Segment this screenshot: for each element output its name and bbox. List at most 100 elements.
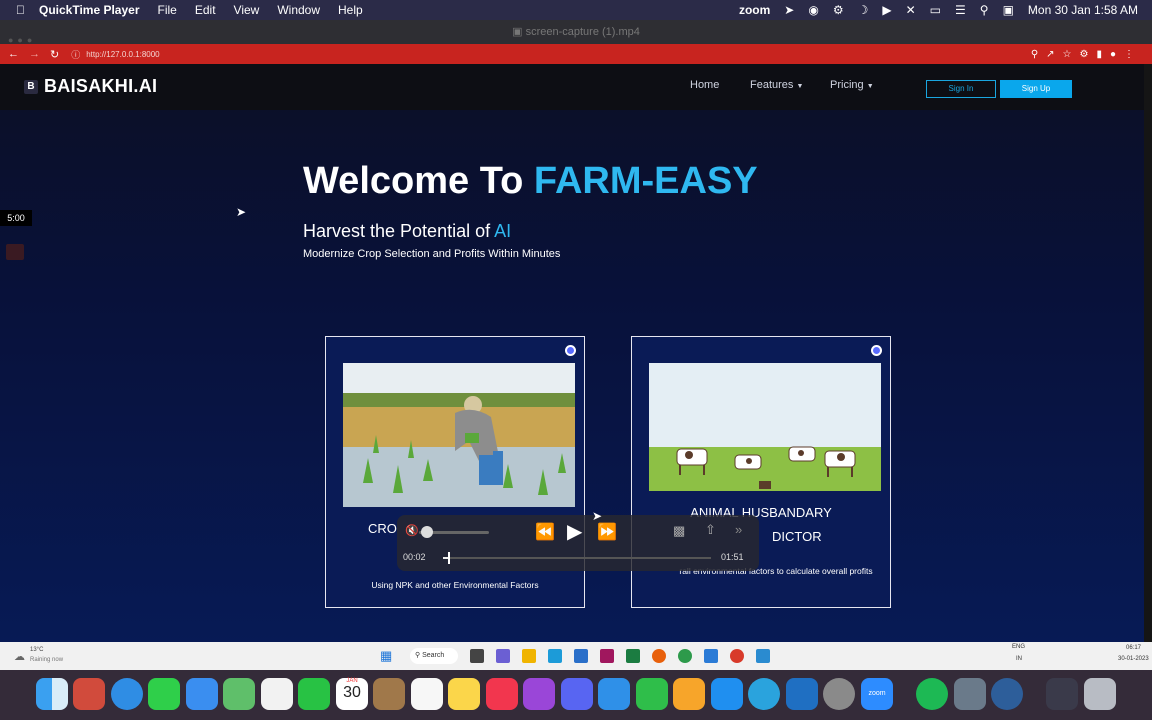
brand-logo-icon[interactable]: B	[24, 80, 38, 94]
menu-window[interactable]: Window	[277, 3, 320, 17]
language-top: ENG	[1012, 644, 1026, 650]
file-explorer-icon[interactable]	[522, 649, 536, 663]
trash-icon[interactable]	[1084, 678, 1116, 710]
settings-gear-icon[interactable]: ⚙	[833, 3, 844, 17]
forward-icon[interactable]: →	[29, 48, 40, 60]
notes-icon[interactable]	[448, 678, 480, 710]
chrome-status-icon[interactable]: ◉	[808, 3, 818, 17]
calendar-icon[interactable]: JAN 30	[336, 678, 368, 710]
discord-icon[interactable]	[561, 678, 593, 710]
control-center-icon[interactable]: ▣	[1003, 3, 1014, 17]
browser-actions[interactable]: ⚲↗☆⚙▮●⋮	[1031, 49, 1142, 60]
zoom-app-icon[interactable]: zoom	[861, 678, 893, 710]
menu-edit[interactable]: Edit	[195, 3, 216, 17]
card-selector-dot[interactable]	[871, 345, 882, 356]
hero-title: Welcome To FARM-EASY	[303, 160, 758, 203]
zoom-status-icon[interactable]: zoom	[739, 3, 770, 17]
mail-icon[interactable]	[186, 678, 218, 710]
reminders-icon[interactable]	[411, 678, 443, 710]
page-scrollbar[interactable]	[1144, 64, 1152, 642]
vscode-icon[interactable]	[704, 649, 718, 663]
mute-icon[interactable]: 🔇	[405, 524, 419, 537]
navigation-status-icon[interactable]: ➤	[784, 3, 794, 17]
battery-icon[interactable]: ▭	[930, 3, 941, 17]
numbers-icon[interactable]	[636, 678, 668, 710]
reload-icon[interactable]: ↻	[50, 48, 59, 61]
search-icon[interactable]: ⚲	[980, 3, 989, 17]
card-selector-dot[interactable]	[565, 345, 576, 356]
app-menu-quicktime[interactable]: QuickTime Player	[39, 3, 140, 17]
scrubber-track[interactable]	[443, 557, 711, 559]
record-stop-icon[interactable]	[6, 244, 24, 260]
vscode-icon[interactable]	[786, 678, 818, 710]
safari-icon[interactable]	[111, 678, 143, 710]
taskbar-app-icon[interactable]	[574, 649, 588, 663]
taskbar-app-icon[interactable]	[548, 649, 562, 663]
pages-icon[interactable]	[673, 678, 705, 710]
rewind-icon[interactable]: ⏪	[535, 522, 555, 542]
windows-start-icon[interactable]: ▦	[380, 648, 392, 664]
launchpad-icon[interactable]	[73, 678, 105, 710]
address-bar[interactable]: http://127.0.0.1:8000	[86, 50, 159, 59]
podcasts-icon[interactable]	[523, 678, 555, 710]
share-icon[interactable]: ⇧	[705, 522, 716, 538]
app-store-icon[interactable]	[711, 678, 743, 710]
elapsed-time: 00:02	[403, 552, 426, 562]
apple-icon[interactable]: 	[16, 3, 25, 17]
picture-in-picture-icon[interactable]: ▩	[673, 523, 685, 539]
more-icon[interactable]: »	[735, 522, 742, 537]
taskbar-time: 06:17	[1126, 645, 1142, 651]
wifi-icon[interactable]: ☰	[955, 3, 966, 17]
taskbar-search[interactable]: ⚲ Search	[410, 648, 458, 664]
messages-icon[interactable]	[148, 678, 180, 710]
quicktime-icon[interactable]	[991, 678, 1023, 710]
chrome-icon[interactable]	[678, 649, 692, 663]
taskbar-app-icon[interactable]	[600, 649, 614, 663]
nav-pricing[interactable]: Pricing ▼	[830, 79, 874, 91]
scrubber-playhead[interactable]	[448, 552, 451, 564]
recording-timer: 5:00	[0, 210, 32, 226]
menu-view[interactable]: View	[234, 3, 260, 17]
moon-icon[interactable]: ☽	[858, 3, 869, 17]
playback-controls: 🔇 ⏪ ▶ ⏩ ▩ ⇧ » 00:02 01:51	[397, 515, 759, 571]
maps-icon[interactable]	[223, 678, 255, 710]
keynote-icon[interactable]	[598, 678, 630, 710]
photos-icon[interactable]	[261, 678, 293, 710]
brand-name[interactable]: BAISAKHI.AI	[44, 76, 157, 97]
telegram-icon[interactable]	[748, 678, 780, 710]
spotify-icon[interactable]	[916, 678, 948, 710]
taskbar-search-label: Search	[422, 652, 445, 659]
system-preferences-icon[interactable]	[823, 678, 855, 710]
menubar-datetime[interactable]: Mon 30 Jan 1:58 AM	[1028, 3, 1138, 17]
facetime-icon[interactable]	[298, 678, 330, 710]
sign-up-button[interactable]: Sign Up	[1000, 80, 1072, 98]
taskbar-app-icon[interactable]	[756, 649, 770, 663]
macos-menu-bar:  QuickTime Player File Edit View Window…	[0, 0, 1152, 20]
play-icon[interactable]: ▶	[567, 519, 582, 544]
fast-forward-icon[interactable]: ⏩	[597, 522, 617, 542]
quicktime-window-titlebar: ●●● ▣ screen-capture (1).mp4	[0, 20, 1152, 45]
downloads-stack-icon[interactable]	[1046, 678, 1078, 710]
sign-in-button[interactable]: Sign In	[926, 80, 996, 98]
chrome-icon[interactable]	[730, 649, 744, 663]
nav-features[interactable]: Features ▼	[750, 79, 803, 91]
hero-title-prefix: Welcome To	[303, 160, 534, 202]
browser-toolbar: ← → ↻ ⓘ http://127.0.0.1:8000 ⚲↗☆⚙▮●⋮	[0, 44, 1152, 64]
firefox-icon[interactable]	[652, 649, 666, 663]
menu-file[interactable]: File	[158, 3, 177, 17]
task-view-icon[interactable]	[470, 649, 484, 663]
nav-home[interactable]: Home	[690, 79, 719, 91]
volume-slider-knob[interactable]	[421, 526, 433, 538]
teams-chat-icon[interactable]	[496, 649, 510, 663]
play-status-icon[interactable]: ▶	[882, 3, 891, 17]
bluetooth-icon[interactable]: ✕	[906, 3, 916, 17]
music-icon[interactable]	[486, 678, 518, 710]
weather-icon[interactable]: ☁	[14, 650, 25, 663]
finder-icon[interactable]	[36, 678, 68, 710]
site-info-icon[interactable]: ⓘ	[71, 48, 80, 61]
contacts-icon[interactable]	[373, 678, 405, 710]
menu-help[interactable]: Help	[338, 3, 363, 17]
back-icon[interactable]: ←	[8, 48, 19, 60]
screen-recorder-icon[interactable]	[954, 678, 986, 710]
taskbar-app-icon[interactable]	[626, 649, 640, 663]
